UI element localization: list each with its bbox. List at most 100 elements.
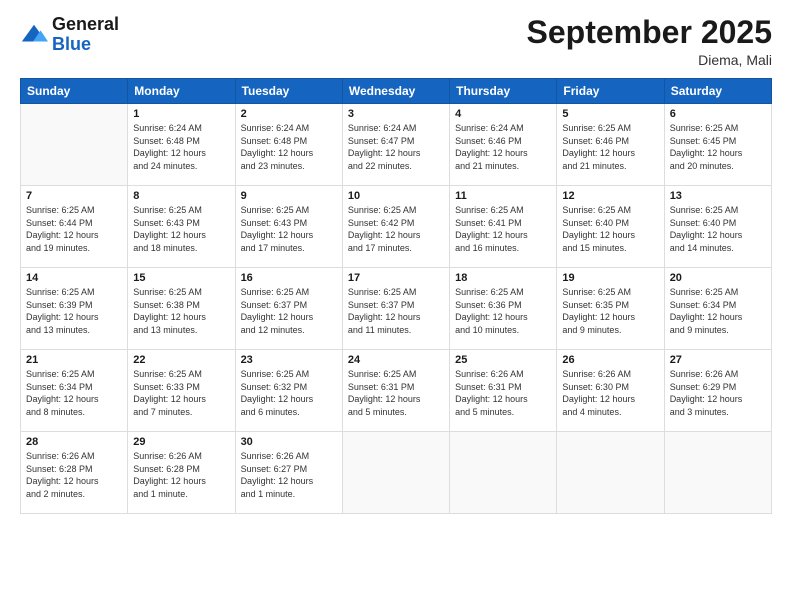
cell-info: Sunrise: 6:25 AM Sunset: 6:31 PM Dayligh… [348,368,444,418]
day-number: 9 [241,190,337,202]
calendar-cell: 7 Sunrise: 6:25 AM Sunset: 6:44 PM Daylig… [21,186,128,268]
location: Diema, Mali [527,52,772,68]
calendar-cell: 14Sunrise: 6:25 AM Sunset: 6:39 PM Dayli… [21,268,128,350]
day-header-sunday: Sunday [21,79,128,104]
calendar-cell: 29 Sunrise: 6:26 AM Sunset: 6:28 PM Dayli… [128,432,235,514]
cell-info: Sunrise: 6:25 AM Sunset: 6:42 PM Dayligh… [348,204,444,254]
day-number: 7 [26,190,122,202]
calendar-body: 1 Sunrise: 6:24 AM Sunset: 6:48 PM Daylig… [21,104,772,514]
day-number: 24 [348,354,444,366]
calendar-cell: 12 Sunrise: 6:25 AM Sunset: 6:40 PM Dayli… [557,186,664,268]
calendar-cell: 27 Sunrise: 6:26 AM Sunset: 6:29 PM Dayli… [664,350,771,432]
page: General Blue September 2025 Diema, Mali … [0,0,792,612]
cell-info: Sunrise: 6:26 AM Sunset: 6:29 PM Dayligh… [670,368,766,418]
day-number: 8 [133,190,229,202]
day-number: 3 [348,108,444,120]
calendar-week-2: 14Sunrise: 6:25 AM Sunset: 6:39 PM Dayli… [21,268,772,350]
day-number: 2 [241,108,337,120]
cell-info: Sunrise: 6:25 AM Sunset: 6:38 PM Dayligh… [133,286,229,336]
cell-info: Sunrise: 6:24 AM Sunset: 6:48 PM Dayligh… [133,122,229,172]
day-number: 20 [670,272,766,284]
calendar-cell: 9 Sunrise: 6:25 AM Sunset: 6:43 PM Daylig… [235,186,342,268]
calendar-header-row: SundayMondayTuesdayWednesdayThursdayFrid… [21,79,772,104]
day-number: 17 [348,272,444,284]
calendar-cell: 30 Sunrise: 6:26 AM Sunset: 6:27 PM Dayli… [235,432,342,514]
calendar-cell: 8 Sunrise: 6:25 AM Sunset: 6:43 PM Daylig… [128,186,235,268]
cell-info: Sunrise: 6:25 AM Sunset: 6:41 PM Dayligh… [455,204,551,254]
calendar-cell: 21Sunrise: 6:25 AM Sunset: 6:34 PM Dayli… [21,350,128,432]
day-number: 30 [241,436,337,448]
day-number: 13 [670,190,766,202]
cell-info: Sunrise: 6:25 AM Sunset: 6:43 PM Dayligh… [133,204,229,254]
day-number: 28 [26,436,122,448]
day-header-thursday: Thursday [450,79,557,104]
calendar-cell: 15Sunrise: 6:25 AM Sunset: 6:38 PM Dayli… [128,268,235,350]
calendar-cell [557,432,664,514]
calendar-cell: 13 Sunrise: 6:25 AM Sunset: 6:40 PM Dayli… [664,186,771,268]
cell-info: Sunrise: 6:24 AM Sunset: 6:46 PM Dayligh… [455,122,551,172]
calendar-week-1: 7 Sunrise: 6:25 AM Sunset: 6:44 PM Daylig… [21,186,772,268]
month-title: September 2025 [527,15,772,50]
calendar-cell: 11 Sunrise: 6:25 AM Sunset: 6:41 PM Dayli… [450,186,557,268]
day-number: 14 [26,272,122,284]
calendar-table: SundayMondayTuesdayWednesdayThursdayFrid… [20,78,772,514]
day-number: 11 [455,190,551,202]
calendar-cell [664,432,771,514]
calendar-cell: 28Sunrise: 6:26 AM Sunset: 6:28 PM Dayli… [21,432,128,514]
day-number: 22 [133,354,229,366]
calendar-cell [342,432,449,514]
calendar-week-4: 28 Sunrise: 6:26 AM Sunset: 6:28 PM Dayli… [21,432,772,514]
cell-info: Sunrise: 6:25 AM Sunset: 6:40 PM Dayligh… [562,204,658,254]
logo-icon [20,21,48,49]
cell-info: Sunrise: 6:25 AM Sunset: 6:44 PM Dayligh… [26,204,122,254]
cell-info: Sunrise: 6:26 AM Sunset: 6:31 PM Dayligh… [455,368,551,418]
calendar-week-3: 21Sunrise: 6:25 AM Sunset: 6:34 PM Dayli… [21,350,772,432]
calendar-cell: 6Sunrise: 6:25 AM Sunset: 6:45 PM Daylig… [664,104,771,186]
cell-info: Sunrise: 6:26 AM Sunset: 6:27 PM Dayligh… [241,450,337,500]
logo-line1: General [52,15,119,35]
cell-info: Sunrise: 6:25 AM Sunset: 6:37 PM Dayligh… [348,286,444,336]
day-header-wednesday: Wednesday [342,79,449,104]
day-header-saturday: Saturday [664,79,771,104]
day-number: 5 [562,108,658,120]
calendar-cell [450,432,557,514]
calendar-cell: 19Sunrise: 6:25 AM Sunset: 6:35 PM Dayli… [557,268,664,350]
day-number: 4 [455,108,551,120]
day-number: 12 [562,190,658,202]
calendar-week-0: 1 Sunrise: 6:24 AM Sunset: 6:48 PM Daylig… [21,104,772,186]
calendar-cell: 3 Sunrise: 6:24 AM Sunset: 6:47 PM Daylig… [342,104,449,186]
day-number: 29 [133,436,229,448]
day-header-friday: Friday [557,79,664,104]
cell-info: Sunrise: 6:25 AM Sunset: 6:40 PM Dayligh… [670,204,766,254]
day-number: 1 [133,108,229,120]
cell-info: Sunrise: 6:26 AM Sunset: 6:30 PM Dayligh… [562,368,658,418]
day-header-monday: Monday [128,79,235,104]
cell-info: Sunrise: 6:25 AM Sunset: 6:43 PM Dayligh… [241,204,337,254]
calendar-cell [21,104,128,186]
logo-text: General Blue [52,15,119,55]
calendar-cell: 5 Sunrise: 6:25 AM Sunset: 6:46 PM Daylig… [557,104,664,186]
cell-info: Sunrise: 6:26 AM Sunset: 6:28 PM Dayligh… [133,450,229,500]
cell-info: Sunrise: 6:25 AM Sunset: 6:46 PM Dayligh… [562,122,658,172]
day-number: 27 [670,354,766,366]
header: General Blue September 2025 Diema, Mali [20,15,772,68]
cell-info: Sunrise: 6:25 AM Sunset: 6:33 PM Dayligh… [133,368,229,418]
day-number: 23 [241,354,337,366]
title-block: September 2025 Diema, Mali [527,15,772,68]
calendar-cell: 24 Sunrise: 6:25 AM Sunset: 6:31 PM Dayli… [342,350,449,432]
calendar-cell: 1 Sunrise: 6:24 AM Sunset: 6:48 PM Daylig… [128,104,235,186]
cell-info: Sunrise: 6:25 AM Sunset: 6:34 PM Dayligh… [670,286,766,336]
day-number: 18 [455,272,551,284]
logo-line2: Blue [52,35,119,55]
day-number: 21 [26,354,122,366]
day-number: 16 [241,272,337,284]
calendar-cell: 26 Sunrise: 6:26 AM Sunset: 6:30 PM Dayli… [557,350,664,432]
calendar-cell: 25 Sunrise: 6:26 AM Sunset: 6:31 PM Dayli… [450,350,557,432]
calendar-cell: 22 Sunrise: 6:25 AM Sunset: 6:33 PM Dayli… [128,350,235,432]
day-number: 25 [455,354,551,366]
day-number: 26 [562,354,658,366]
cell-info: Sunrise: 6:25 AM Sunset: 6:45 PM Dayligh… [670,122,766,172]
logo: General Blue [20,15,119,55]
cell-info: Sunrise: 6:24 AM Sunset: 6:47 PM Dayligh… [348,122,444,172]
cell-info: Sunrise: 6:25 AM Sunset: 6:35 PM Dayligh… [562,286,658,336]
